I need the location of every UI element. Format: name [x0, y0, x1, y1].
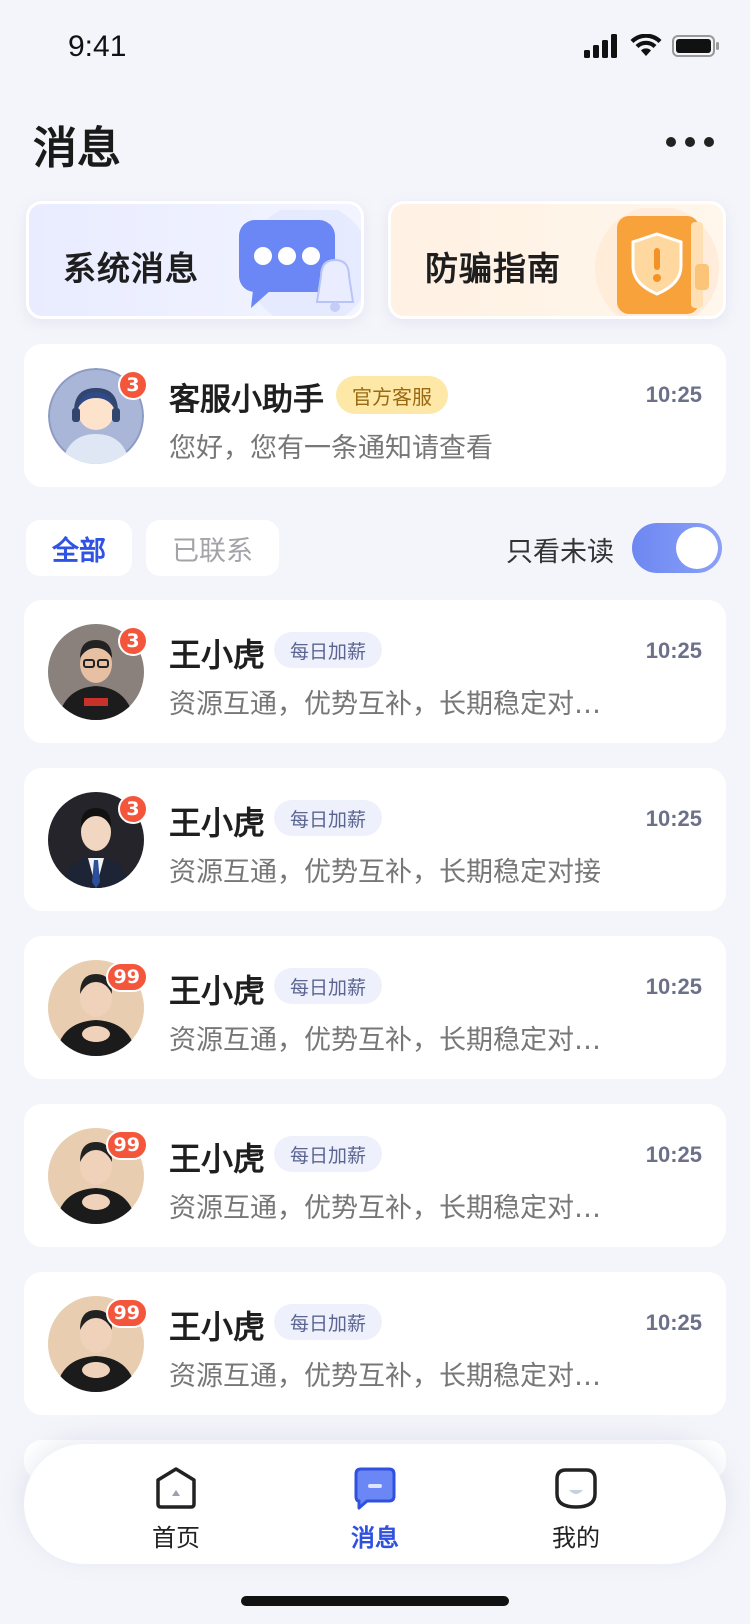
unread-badge: 3	[118, 626, 148, 656]
nav-messages-label: 消息	[351, 1524, 399, 1552]
message-icon	[354, 1467, 396, 1510]
customer-service-conversation[interactable]: 3 客服小助手 官方客服 10:25 您好，您有一条通知请查看	[24, 344, 726, 487]
conversation-time: 10:25	[645, 1310, 702, 1335]
conversation-item[interactable]: 3 王小虎 每日加薪 10:25 资源互通，优势互补，长期稳定对…	[24, 600, 726, 743]
nav-profile-label: 我的	[552, 1524, 600, 1552]
conversation-time: 10:25	[645, 638, 702, 663]
profile-icon	[555, 1468, 597, 1509]
conversation-name: 王小虎	[169, 636, 266, 674]
anti-fraud-guide-card[interactable]: 防骗指南	[388, 201, 726, 319]
unread-badge: 99	[105, 1130, 148, 1160]
nav-home[interactable]: 首页	[116, 1444, 236, 1564]
anti-fraud-guide-label: 防骗指南	[425, 249, 561, 288]
nav-profile[interactable]: 我的	[516, 1444, 636, 1564]
unread-badge: 3	[118, 794, 148, 824]
page-title: 消息	[33, 123, 121, 174]
nav-messages[interactable]: 消息	[315, 1444, 435, 1564]
contact-tag: 每日加薪	[274, 800, 383, 836]
shield-book-icon	[595, 208, 719, 316]
conversation-time: 10:25	[645, 382, 702, 407]
conversation-preview: 资源互通，优势互补，长期稳定对…	[169, 689, 601, 720]
conversation-time: 10:25	[645, 806, 702, 831]
contact-avatar-wrap: 3	[48, 624, 148, 720]
chat-bubble-bell-icon	[239, 210, 361, 316]
conversation-preview: 资源互通，优势互补，长期稳定对…	[169, 1361, 601, 1392]
signal-icon	[584, 34, 617, 58]
conversation-name: 王小虎	[169, 804, 266, 842]
wifi-icon	[630, 34, 662, 56]
contact-tag: 每日加薪	[274, 1136, 383, 1172]
unread-badge: 3	[118, 370, 148, 400]
service-avatar-wrap: 3	[48, 368, 148, 464]
conversation-time: 10:25	[645, 974, 702, 999]
conversation-preview: 您好，您有一条通知请查看	[169, 433, 493, 464]
unread-badge: 99	[105, 962, 148, 992]
system-messages-label: 系统消息	[63, 249, 199, 288]
conversation-name: 王小虎	[169, 1308, 266, 1346]
toggle-knob	[676, 527, 718, 569]
conversation-name: 王小虎	[169, 1140, 266, 1178]
tab-all[interactable]: 全部	[26, 520, 132, 576]
contact-tag: 每日加薪	[274, 1304, 383, 1340]
nav-home-label: 首页	[152, 1524, 200, 1552]
conversation-item[interactable]: 99 王小虎 每日加薪 10:25 资源互通，优势互补，长期稳定对…	[24, 1104, 726, 1247]
contact-avatar-wrap: 99	[48, 960, 148, 1056]
conversation-name: 客服小助手	[169, 382, 324, 418]
conversation-preview: 资源互通，优势互补，长期稳定对…	[169, 1025, 601, 1056]
contact-avatar-wrap: 99	[48, 1128, 148, 1224]
conversation-item[interactable]: 99 王小虎 每日加薪 10:25 资源互通，优势互补，长期稳定对…	[24, 1272, 726, 1415]
conversation-time: 10:25	[645, 1142, 702, 1167]
tab-contacted[interactable]: 已联系	[146, 520, 279, 576]
home-icon	[156, 1467, 196, 1509]
home-indicator	[241, 1596, 509, 1606]
contact-tag: 每日加薪	[274, 632, 383, 668]
contact-avatar-wrap: 3	[48, 792, 148, 888]
conversation-name: 王小虎	[169, 972, 266, 1010]
conversation-preview: 资源互通，优势互补，长期稳定对接	[169, 857, 601, 888]
status-time: 9:41	[68, 30, 127, 63]
official-service-tag: 官方客服	[336, 376, 448, 414]
bottom-nav: 首页 消息 我的	[24, 1444, 726, 1564]
unread-badge: 99	[105, 1298, 148, 1328]
system-messages-card[interactable]: 系统消息	[26, 201, 364, 319]
contact-tag: 每日加薪	[274, 968, 383, 1004]
conversation-preview: 资源互通，优势互补，长期稳定对…	[169, 1193, 601, 1224]
contact-avatar-wrap: 99	[48, 1296, 148, 1392]
conversation-item[interactable]: 99 王小虎 每日加薪 10:25 资源互通，优势互补，长期稳定对…	[24, 936, 726, 1079]
status-icons	[584, 34, 720, 58]
battery-icon	[672, 35, 719, 57]
only-unread-toggle[interactable]	[632, 523, 722, 573]
status-bar: 9:41	[0, 0, 750, 96]
only-unread-label: 只看未读	[506, 537, 614, 568]
more-options-icon[interactable]	[666, 130, 714, 154]
conversation-item[interactable]: 3 王小虎 每日加薪 10:25 资源互通，优势互补，长期稳定对接	[24, 768, 726, 911]
